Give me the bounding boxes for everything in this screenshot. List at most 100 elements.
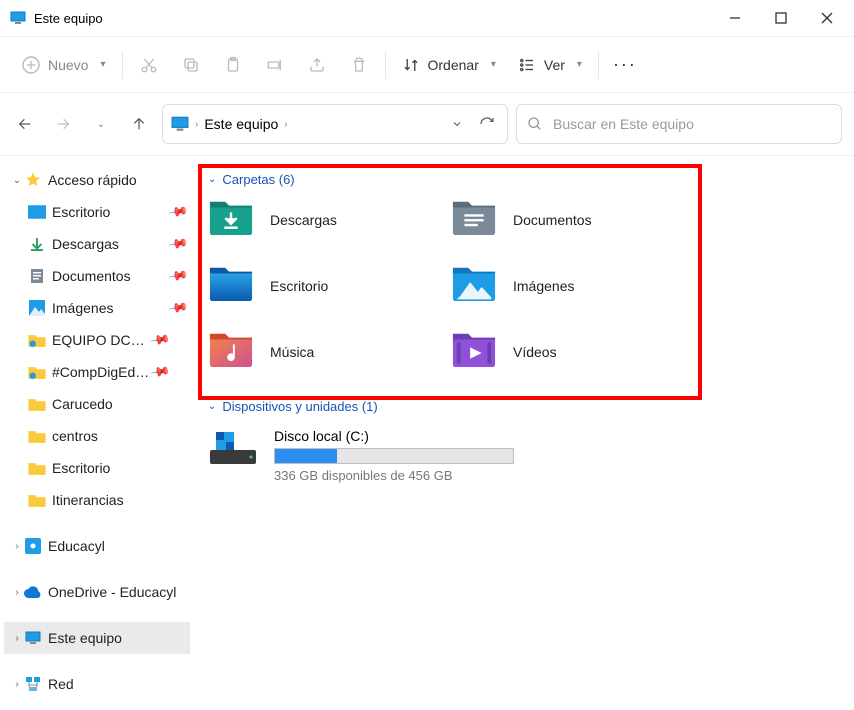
sidebar-item-equipo-dcd[interactable]: EQUIPO DCD #CompDigEdu 📌 xyxy=(4,324,190,356)
rename-button[interactable] xyxy=(255,45,295,85)
cloud-icon xyxy=(24,583,42,601)
sidebar-item-label: #CompDigEdu Avila xyxy=(52,364,152,380)
copy-button[interactable] xyxy=(171,45,211,85)
pin-icon: 📌 xyxy=(167,201,189,223)
divider xyxy=(598,51,599,79)
sidebar-item-documentos[interactable]: Documentos 📌 xyxy=(4,260,190,292)
folder-item-musica[interactable]: Música xyxy=(208,329,443,375)
breadcrumb-root[interactable]: Este equipo xyxy=(204,116,278,132)
folder-item-videos[interactable]: Vídeos xyxy=(451,329,686,375)
breadcrumb[interactable]: › Este equipo › xyxy=(162,104,508,144)
sidebar-este-equipo[interactable]: › Este equipo xyxy=(4,622,190,654)
chevron-down-icon: ▾ xyxy=(100,59,105,70)
group-header-label: Dispositivos y unidades (1) xyxy=(222,399,377,414)
videos-folder-icon xyxy=(451,329,497,375)
monitor-icon xyxy=(171,115,189,133)
sidebar-quick-access[interactable]: ⌄ Acceso rápido xyxy=(4,164,190,196)
forward-button[interactable] xyxy=(48,109,78,139)
folder-icon xyxy=(28,395,46,413)
sidebar-item-carucedo[interactable]: Carucedo xyxy=(4,388,190,420)
sidebar-educacyl[interactable]: › Educacyl xyxy=(4,530,190,562)
sidebar-item-escritorio[interactable]: Escritorio 📌 xyxy=(4,196,190,228)
chevron-right-icon[interactable]: › xyxy=(10,541,24,552)
pin-icon: 📌 xyxy=(149,329,171,351)
sidebar-item-itinerancias[interactable]: Itinerancias xyxy=(4,484,190,516)
divider xyxy=(122,51,123,79)
sidebar-item-label: Escritorio xyxy=(52,204,170,220)
pictures-icon xyxy=(28,299,46,317)
downloads-folder-icon xyxy=(208,197,254,243)
more-button[interactable]: ··· xyxy=(605,45,645,85)
sidebar-onedrive[interactable]: › OneDrive - Educacyl xyxy=(4,576,190,608)
sidebar-red[interactable]: › Red xyxy=(4,668,190,700)
folder-item-documentos[interactable]: Documentos xyxy=(451,197,686,243)
sort-button-label: Ordenar xyxy=(428,57,479,73)
minimize-button[interactable] xyxy=(712,3,758,33)
paste-button[interactable] xyxy=(213,45,253,85)
chevron-down-icon: ⌄ xyxy=(208,174,216,185)
sidebar-label: Red xyxy=(48,676,190,692)
folder-label: Descargas xyxy=(270,212,337,228)
pin-icon: 📌 xyxy=(167,233,189,255)
chevron-down-icon[interactable]: ⌄ xyxy=(10,175,24,186)
folder-item-descargas[interactable]: Descargas xyxy=(208,197,443,243)
sidebar: ⌄ Acceso rápido Escritorio 📌 Descargas 📌… xyxy=(0,156,194,710)
view-icon xyxy=(518,56,536,74)
breadcrumb-dropdown[interactable] xyxy=(445,112,469,136)
network-icon xyxy=(24,675,42,693)
chevron-right-icon[interactable]: › xyxy=(10,633,24,644)
star-icon xyxy=(24,171,42,189)
disk-icon xyxy=(24,537,42,555)
sidebar-item-label: Carucedo xyxy=(52,396,190,412)
music-folder-icon xyxy=(208,329,254,375)
folder-label: Documentos xyxy=(513,212,592,228)
drive-icon xyxy=(208,428,258,468)
sidebar-item-label: centros xyxy=(52,428,190,444)
group-header-folders[interactable]: ⌄ Carpetas (6) xyxy=(208,172,846,187)
toolbar: Nuevo ▾ Ordenar ▾ Ver ▾ ··· xyxy=(0,36,854,92)
chevron-right-icon[interactable]: › xyxy=(10,587,24,598)
sidebar-label: OneDrive - Educacyl xyxy=(48,584,190,600)
desktop-folder-icon xyxy=(208,263,254,309)
download-icon xyxy=(28,235,46,253)
titlebar: Este equipo xyxy=(0,0,854,36)
drive-subtitle: 336 GB disponibles de 456 GB xyxy=(274,468,514,483)
refresh-button[interactable] xyxy=(475,112,499,136)
delete-button[interactable] xyxy=(339,45,379,85)
cut-button[interactable] xyxy=(129,45,169,85)
sidebar-item-escritorio-2[interactable]: Escritorio xyxy=(4,452,190,484)
sidebar-item-compdigedu[interactable]: #CompDigEdu Avila 📌 xyxy=(4,356,190,388)
sidebar-item-centros[interactable]: centros xyxy=(4,420,190,452)
view-button[interactable]: Ver ▾ xyxy=(508,50,592,80)
close-button[interactable] xyxy=(804,3,850,33)
share-button[interactable] xyxy=(297,45,337,85)
window-title: Este equipo xyxy=(34,11,103,26)
pin-icon: 📌 xyxy=(167,265,189,287)
sidebar-label: Este equipo xyxy=(48,630,190,646)
group-header-devices[interactable]: ⌄ Dispositivos y unidades (1) xyxy=(208,399,846,414)
new-button[interactable]: Nuevo ▾ xyxy=(12,50,116,80)
chevron-right-icon[interactable]: › xyxy=(10,679,24,690)
folder-item-imagenes[interactable]: Imágenes xyxy=(451,263,686,309)
sidebar-item-label: Imágenes xyxy=(52,300,170,316)
sidebar-label: Acceso rápido xyxy=(48,172,190,188)
maximize-button[interactable] xyxy=(758,3,804,33)
sidebar-item-label: Itinerancias xyxy=(52,492,190,508)
search-input[interactable] xyxy=(553,116,831,132)
search-box[interactable] xyxy=(516,104,842,144)
up-button[interactable] xyxy=(124,109,154,139)
sidebar-item-descargas[interactable]: Descargas 📌 xyxy=(4,228,190,260)
chevron-down-icon: ▾ xyxy=(577,59,582,70)
chevron-down-icon: ⌄ xyxy=(208,401,216,412)
history-dropdown[interactable]: ⌄ xyxy=(86,109,116,139)
sort-button[interactable]: Ordenar ▾ xyxy=(392,50,506,80)
back-button[interactable] xyxy=(10,109,40,139)
search-icon xyxy=(527,116,543,132)
drive-item[interactable]: Disco local (C:) 336 GB disponibles de 4… xyxy=(202,424,692,487)
folder-label: Vídeos xyxy=(513,344,557,360)
sidebar-item-label: Escritorio xyxy=(52,460,190,476)
sidebar-label: Educacyl xyxy=(48,538,190,554)
sidebar-item-imagenes[interactable]: Imágenes 📌 xyxy=(4,292,190,324)
folder-item-escritorio[interactable]: Escritorio xyxy=(208,263,443,309)
folder-icon xyxy=(28,427,46,445)
